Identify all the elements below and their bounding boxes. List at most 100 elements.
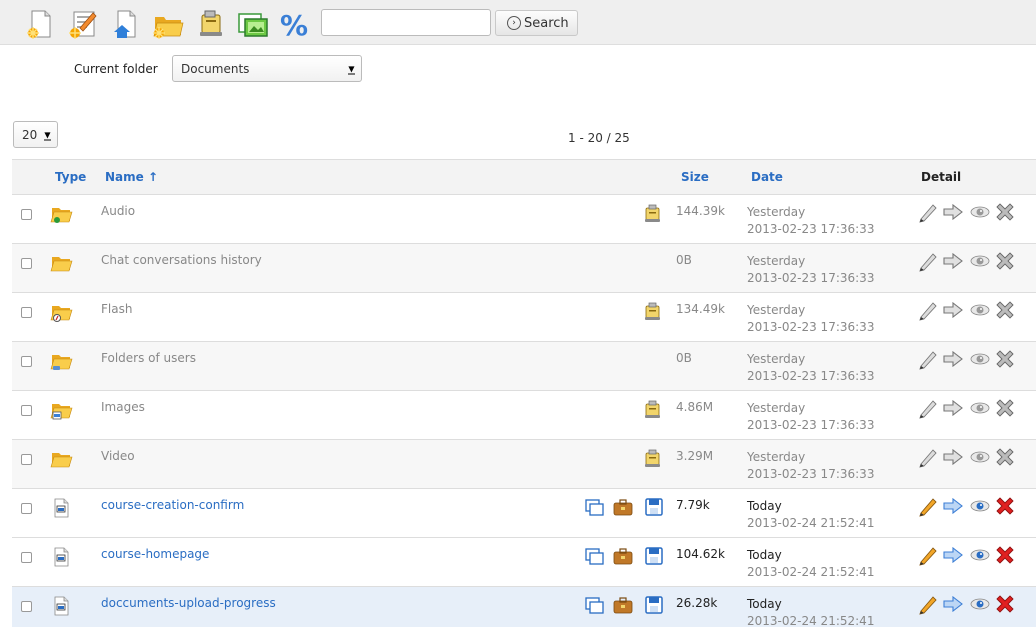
preview-icon[interactable]: [583, 545, 605, 567]
move-icon[interactable]: [942, 544, 964, 566]
move-icon[interactable]: [942, 397, 964, 419]
header-type[interactable]: Type: [55, 170, 86, 184]
per-page-select[interactable]: 20 ▼: [13, 121, 58, 148]
edit-icon[interactable]: [917, 593, 939, 615]
save-icon[interactable]: [643, 496, 665, 518]
row-checkbox[interactable]: [21, 258, 32, 269]
preview-icon[interactable]: [583, 496, 605, 518]
file-name-link[interactable]: Folders of users: [101, 351, 196, 365]
move-icon[interactable]: [942, 250, 964, 272]
download-zip-icon[interactable]: [642, 300, 664, 322]
row-checkbox[interactable]: [21, 307, 32, 318]
new-document-icon[interactable]: [23, 8, 57, 40]
delete-icon[interactable]: [994, 348, 1016, 370]
visibility-icon[interactable]: [969, 201, 991, 223]
portfolio-icon[interactable]: [612, 545, 634, 567]
move-icon[interactable]: [942, 495, 964, 517]
row-checkbox[interactable]: [21, 601, 32, 612]
file-size: 3.29M: [676, 449, 714, 463]
header-name-sort[interactable]: Name ↑: [105, 170, 158, 184]
edit-icon[interactable]: [917, 348, 939, 370]
preview-icon[interactable]: [583, 594, 605, 616]
new-folder-icon[interactable]: [151, 8, 185, 40]
file-name-link[interactable]: Images: [101, 400, 145, 414]
delete-icon[interactable]: [994, 299, 1016, 321]
visibility-icon[interactable]: [969, 250, 991, 272]
header-date[interactable]: Date: [751, 170, 783, 184]
row-checkbox[interactable]: [21, 405, 32, 416]
header-size[interactable]: Size: [681, 170, 709, 184]
home-icon[interactable]: [108, 8, 142, 40]
file-name-link[interactable]: Flash: [101, 302, 132, 316]
current-folder-label: Current folder: [74, 62, 158, 76]
file-name-link[interactable]: doccuments-upload-progress: [101, 596, 276, 610]
row-checkbox[interactable]: [21, 356, 32, 367]
date-absolute: 2013-02-24 21:52:41: [747, 614, 875, 627]
date-absolute: 2013-02-23 17:36:33: [747, 222, 875, 236]
folder-icon: [50, 208, 73, 223]
portfolio-icon[interactable]: [612, 594, 634, 616]
edit-icon[interactable]: [917, 446, 939, 468]
edit-icon[interactable]: [917, 397, 939, 419]
edit-icon[interactable]: [917, 201, 939, 223]
folder-icon: [50, 453, 73, 468]
date-relative: Today: [747, 597, 782, 611]
file-name-link[interactable]: course-creation-confirm: [101, 498, 244, 512]
table-body: Audio 144.39k Yesterday 2013-02-23 17:36:33…: [12, 195, 1036, 627]
delete-icon[interactable]: [994, 201, 1016, 223]
move-icon[interactable]: [942, 446, 964, 468]
visibility-icon[interactable]: [969, 299, 991, 321]
search-button[interactable]: › Search: [495, 10, 578, 36]
quota-icon[interactable]: %: [277, 8, 311, 40]
delete-icon[interactable]: [994, 593, 1016, 615]
file-size: 4.86M: [676, 400, 714, 414]
portfolio-icon[interactable]: [612, 496, 634, 518]
save-icon[interactable]: [643, 594, 665, 616]
row-checkbox[interactable]: [21, 454, 32, 465]
download-zip-icon[interactable]: [642, 447, 664, 469]
delete-icon[interactable]: [994, 544, 1016, 566]
table-row: doccuments-upload-progress 26.28k Today 201…: [12, 587, 1036, 627]
upload-icon[interactable]: [193, 8, 227, 40]
save-icon[interactable]: [643, 545, 665, 567]
date-relative: Yesterday: [747, 303, 806, 317]
image-file-icon: [54, 547, 69, 567]
file-name-link[interactable]: course-homepage: [101, 547, 209, 561]
edit-icon[interactable]: [917, 495, 939, 517]
create-draft-icon[interactable]: [66, 8, 100, 40]
folder-icon: [50, 404, 73, 420]
row-checkbox[interactable]: [21, 552, 32, 563]
visibility-icon[interactable]: [969, 348, 991, 370]
download-zip-icon[interactable]: [642, 202, 664, 224]
edit-icon[interactable]: [917, 250, 939, 272]
visibility-icon[interactable]: [969, 593, 991, 615]
visibility-icon[interactable]: [969, 397, 991, 419]
visibility-icon[interactable]: [969, 495, 991, 517]
delete-icon[interactable]: [994, 495, 1016, 517]
row-checkbox[interactable]: [21, 209, 32, 220]
file-name-link[interactable]: Audio: [101, 204, 135, 218]
file-date: Yesterday 2013-02-23 17:36:33: [747, 302, 874, 336]
visibility-icon[interactable]: [969, 446, 991, 468]
edit-icon[interactable]: [917, 299, 939, 321]
pagination-range: 1 - 20 / 25: [568, 131, 630, 145]
date-absolute: 2013-02-23 17:36:33: [747, 369, 875, 383]
current-folder-select[interactable]: Documents ▼: [172, 55, 362, 82]
file-name-link[interactable]: Chat conversations history: [101, 253, 262, 267]
row-checkbox[interactable]: [21, 503, 32, 514]
visibility-icon[interactable]: [969, 544, 991, 566]
move-icon[interactable]: [942, 201, 964, 223]
file-date: Yesterday 2013-02-23 17:36:33: [747, 449, 874, 483]
file-name-link[interactable]: Video: [101, 449, 135, 463]
search-input[interactable]: [321, 9, 491, 36]
delete-icon[interactable]: [994, 446, 1016, 468]
download-zip-icon[interactable]: [642, 398, 664, 420]
delete-icon[interactable]: [994, 250, 1016, 272]
move-icon[interactable]: [942, 299, 964, 321]
move-icon[interactable]: [942, 348, 964, 370]
move-icon[interactable]: [942, 593, 964, 615]
edit-icon[interactable]: [917, 544, 939, 566]
slideshow-icon[interactable]: [236, 8, 270, 40]
toolbar: % › Search: [0, 0, 1036, 45]
delete-icon[interactable]: [994, 397, 1016, 419]
